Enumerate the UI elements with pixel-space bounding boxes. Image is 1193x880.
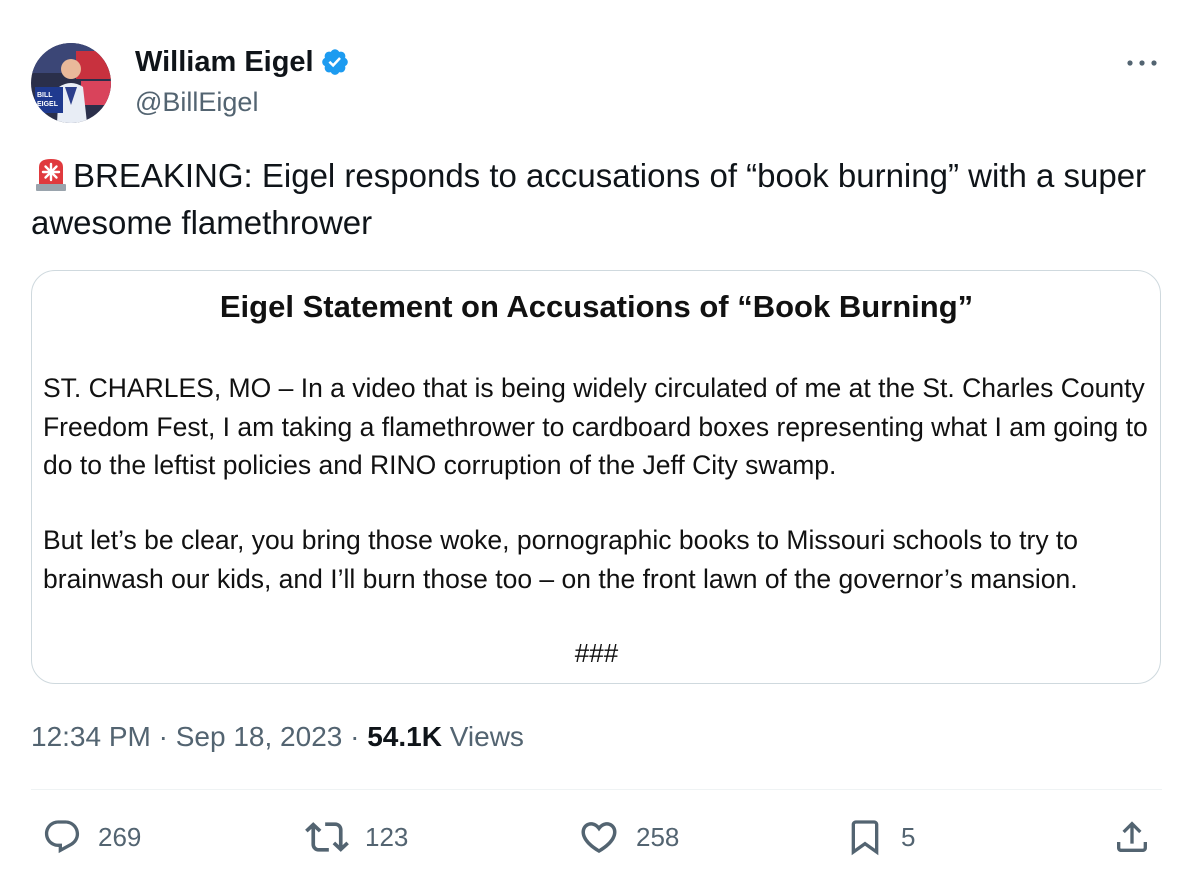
retweet-button[interactable]: 123 (305, 814, 408, 860)
tweet-time[interactable]: 12:34 PM (31, 721, 151, 752)
author-handle[interactable]: @BillEigel (135, 85, 258, 119)
reply-button[interactable]: 269 (42, 814, 141, 860)
tweet-body-text: BREAKING: Eigel responds to accusations … (31, 157, 1147, 241)
retweet-icon (305, 822, 349, 852)
statement-paragraph-1: ST. CHARLES, MO – In a video that is bei… (43, 373, 1148, 480)
divider (31, 789, 1162, 790)
svg-text:EIGEL: EIGEL (37, 101, 59, 108)
avatar[interactable]: BILL EIGEL (31, 43, 111, 123)
statement-title: Eigel Statement on Accusations of “Book … (219, 289, 974, 324)
like-count: 258 (636, 821, 680, 852)
statement-paragraph-2: But let’s be clear, you bring those woke… (43, 525, 1079, 594)
tweet-meta: 12:34 PM · Sep 18, 2023 · 54.1K Views (31, 718, 524, 756)
heart-icon (581, 822, 617, 854)
author-name-row: William Eigel (135, 44, 350, 80)
views-label: Views (441, 721, 524, 752)
share-button[interactable] (1112, 814, 1152, 860)
retweet-count: 123 (365, 821, 409, 852)
bookmark-count: 5 (901, 821, 916, 852)
bookmark-button[interactable]: 5 (845, 814, 915, 860)
views-count[interactable]: 54.1K (367, 721, 442, 752)
svg-text:BILL: BILL (37, 92, 53, 99)
share-icon (1117, 821, 1147, 852)
more-dots-icon (1127, 60, 1157, 66)
meta-separator: · (342, 721, 368, 752)
reply-count: 269 (98, 821, 142, 852)
tweet-text: BREAKING: Eigel responds to accusations … (31, 152, 1151, 246)
verified-badge-icon[interactable] (320, 47, 350, 77)
siren-icon (31, 153, 71, 193)
author-display-name[interactable]: William Eigel (135, 44, 314, 80)
more-options-button[interactable] (1120, 48, 1164, 78)
reply-icon (44, 820, 80, 854)
like-button[interactable]: 258 (578, 814, 679, 860)
tweet-date[interactable]: Sep 18, 2023 (176, 721, 343, 752)
meta-separator: · (150, 721, 176, 752)
bookmark-icon (851, 820, 879, 856)
statement-end-mark: ### (574, 638, 619, 668)
